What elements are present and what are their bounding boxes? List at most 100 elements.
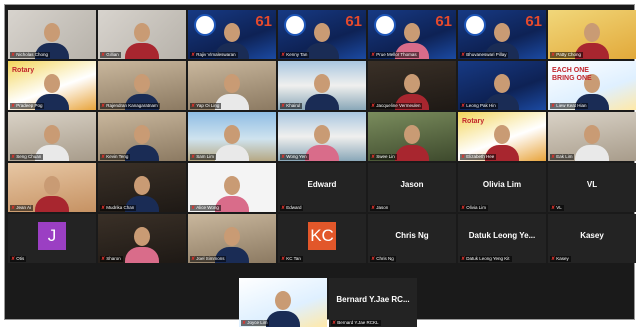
- participant-figure: [305, 121, 339, 161]
- participant-display-name: Kasey: [580, 231, 604, 240]
- muted-mic-icon: ✘: [11, 154, 16, 160]
- participant-head: [404, 23, 420, 42]
- participant-tile[interactable]: ✘Alice Wong: [188, 163, 276, 212]
- participant-figure: [305, 70, 339, 110]
- participant-name: KC Tan: [286, 256, 301, 261]
- participant-name-label: ✘Kevin Teng: [100, 154, 131, 160]
- participant-tile[interactable]: KC ✘KC Tan: [278, 214, 366, 263]
- participant-tile[interactable]: Rotary ✘Pradeep Pog: [8, 61, 96, 110]
- participant-name: Pradeep Pog: [16, 103, 43, 108]
- participant-name-label: ✘Sam Lim: [190, 154, 216, 160]
- participant-body: [305, 43, 339, 59]
- muted-mic-icon: ✘: [191, 154, 196, 160]
- participant-tile[interactable]: ✘Nicholas Chong: [8, 10, 96, 59]
- participant-head: [134, 74, 150, 93]
- participant-tile[interactable]: 61 ✘Prue Mellor Thomas: [368, 10, 456, 59]
- participant-body: [215, 145, 249, 161]
- participant-body: [395, 145, 429, 161]
- muted-mic-icon: ✘: [242, 320, 247, 326]
- participant-tile[interactable]: Edward ✘Edward: [278, 163, 366, 212]
- participant-name-label: ✘Joel Simmons: [190, 256, 227, 262]
- participant-head: [494, 125, 510, 144]
- participant-name: Otis: [16, 256, 25, 261]
- muted-mic-icon: ✘: [281, 154, 286, 160]
- participant-head: [44, 125, 60, 144]
- muted-mic-icon: ✘: [191, 256, 196, 262]
- participant-tile[interactable]: ✘Wong Yen: [278, 112, 366, 161]
- participant-body: [575, 145, 609, 161]
- participant-tile[interactable]: ✘Patty Chong: [548, 10, 636, 59]
- participant-head: [224, 125, 240, 144]
- participant-name-label: ✘KC Tan: [280, 256, 303, 262]
- participant-tile[interactable]: ✘Yap Oi Ling: [188, 61, 276, 110]
- participant-head: [44, 176, 60, 195]
- muted-mic-icon: ✘: [11, 205, 16, 211]
- participant-name: VL: [556, 205, 562, 210]
- participant-name-label: ✘Sharon: [100, 256, 123, 262]
- participant-tile[interactable]: J ✘Otis: [8, 214, 96, 263]
- muted-mic-icon: ✘: [281, 256, 286, 262]
- participant-head: [134, 125, 150, 144]
- participant-tile[interactable]: Olivia Lim ✘Olivia Lim: [458, 163, 546, 212]
- participant-tile[interactable]: Kasey ✘Kasey: [548, 214, 636, 263]
- participant-name: Gillian: [106, 52, 119, 57]
- participant-name-label: ✘Elizabeth Hee: [460, 154, 497, 160]
- muted-mic-icon: ✘: [11, 52, 16, 58]
- participant-tile[interactable]: ✘Leong Pak Hin: [458, 61, 546, 110]
- participant-name-label: ✘Otis: [10, 256, 27, 262]
- muted-mic-icon: ✘: [11, 103, 16, 109]
- participant-tile[interactable]: 61 ✘Kenny Tan: [278, 10, 366, 59]
- participant-tile[interactable]: ✘Eak Lim: [548, 112, 636, 161]
- participant-tile[interactable]: Datuk Leong Ye... ✘Datuk Leong Yeng Kit: [458, 214, 546, 263]
- participant-tile[interactable]: Jason ✘Jason: [368, 163, 456, 212]
- muted-mic-icon: ✘: [191, 205, 196, 211]
- participant-gallery: ✘Nicholas Chong ✘Gillian 61 ✘Rajiv Vimalesw…: [8, 10, 636, 263]
- participant-tile[interactable]: ✘Joel Simmons: [188, 214, 276, 263]
- participant-body: [305, 94, 339, 110]
- participant-tile[interactable]: ✘Seng Chuan: [8, 112, 96, 161]
- participant-tile[interactable]: ✘Jean Ai: [8, 163, 96, 212]
- muted-mic-icon: ✘: [371, 154, 376, 160]
- participant-name-label: ✘Patty Chong: [550, 52, 583, 58]
- rotary-logo-icon: [194, 14, 216, 36]
- participant-tile[interactable]: ✘Sharon: [98, 214, 186, 263]
- participant-figure: [35, 172, 69, 212]
- participant-tile[interactable]: ✘Rajendran Kanagaratnam: [98, 61, 186, 110]
- participant-tile[interactable]: 61 ✘Bhuvaneswari Pillay: [458, 10, 546, 59]
- participant-name: Chris Ng: [376, 256, 394, 261]
- muted-mic-icon: ✘: [551, 52, 556, 58]
- muted-mic-icon: ✘: [101, 103, 106, 109]
- participant-name-label: ✘Liew Keat Hian: [550, 103, 589, 109]
- muted-mic-icon: ✘: [101, 205, 106, 211]
- participant-name: Rajendran Kanagaratnam: [106, 103, 158, 108]
- participant-avatar: J: [38, 222, 66, 250]
- participant-tile[interactable]: VL ✘VL: [548, 163, 636, 212]
- participant-name: Joel Simmons: [196, 256, 225, 261]
- participant-name: Eak Lim: [556, 154, 573, 159]
- muted-mic-icon: ✘: [461, 154, 466, 160]
- participant-name-label: ✘Datuk Leong Yeng Kit: [460, 256, 512, 262]
- participant-tile[interactable]: ✘Khairul: [278, 61, 366, 110]
- participant-tile[interactable]: ✘Joyce Lim: [239, 278, 327, 327]
- participant-name: Kenny Tan: [286, 52, 308, 57]
- participant-tile[interactable]: ✘Swee Lin: [368, 112, 456, 161]
- participant-tile[interactable]: ✘Gillian: [98, 10, 186, 59]
- participant-name: Elizabeth Hee: [466, 154, 495, 159]
- participant-tile[interactable]: 61 ✘Rajiv Vimaleswaran: [188, 10, 276, 59]
- participant-tile[interactable]: Rotary ✘Elizabeth Hee: [458, 112, 546, 161]
- participant-tile[interactable]: EACH ONE BRING ONE ✘Liew Keat Hian: [548, 61, 636, 110]
- participant-name: Mudrika Chan: [106, 205, 135, 210]
- participant-tile[interactable]: ✘Mudrika Chan: [98, 163, 186, 212]
- participant-tile[interactable]: ✘Jacqueline Vermeulen: [368, 61, 456, 110]
- participant-figure: [125, 19, 159, 59]
- participant-head: [584, 125, 600, 144]
- participant-head: [314, 125, 330, 144]
- participant-tile[interactable]: ✘Sam Lim: [188, 112, 276, 161]
- muted-mic-icon: ✘: [461, 256, 466, 262]
- muted-mic-icon: ✘: [191, 103, 196, 109]
- participant-tile[interactable]: ✘Kevin Teng: [98, 112, 186, 161]
- participant-tile[interactable]: Chris Ng ✘Chris Ng: [368, 214, 456, 263]
- participant-name: Alice Wong: [196, 205, 219, 210]
- participant-tile[interactable]: Bernard Y.Jae RC... ✘Bernard Y.Jae RCKL: [329, 278, 417, 327]
- participant-body: [305, 145, 339, 161]
